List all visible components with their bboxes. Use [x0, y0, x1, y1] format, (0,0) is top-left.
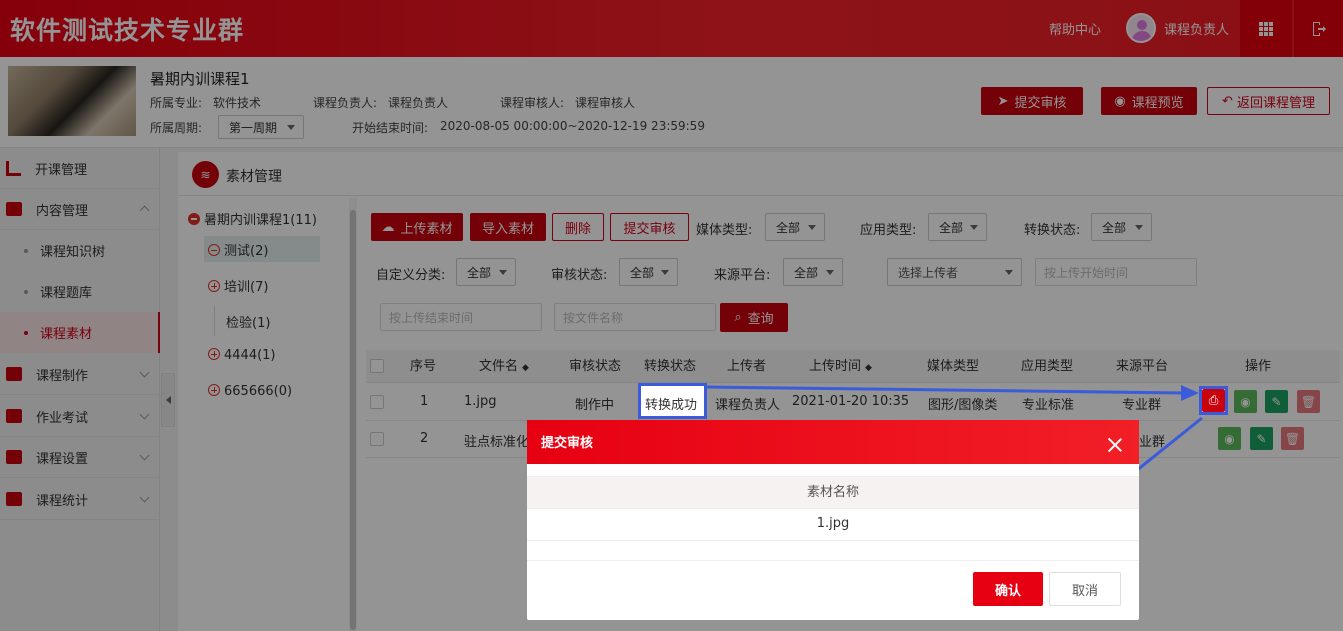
cancel-button[interactable]: 取消	[1049, 572, 1121, 606]
modal-title: 提交审核	[541, 436, 594, 451]
modal-table-row: 1.jpg	[527, 509, 1139, 541]
cancel-label: 取消	[1071, 583, 1098, 599]
modal-divider	[527, 560, 1139, 561]
modal-header	[527, 420, 1139, 464]
confirm-label: 确认	[994, 583, 1021, 599]
modal-table-header: 素材名称	[527, 476, 1139, 509]
confirm-button[interactable]: 确认	[973, 572, 1043, 606]
close-icon[interactable]	[1106, 436, 1124, 454]
